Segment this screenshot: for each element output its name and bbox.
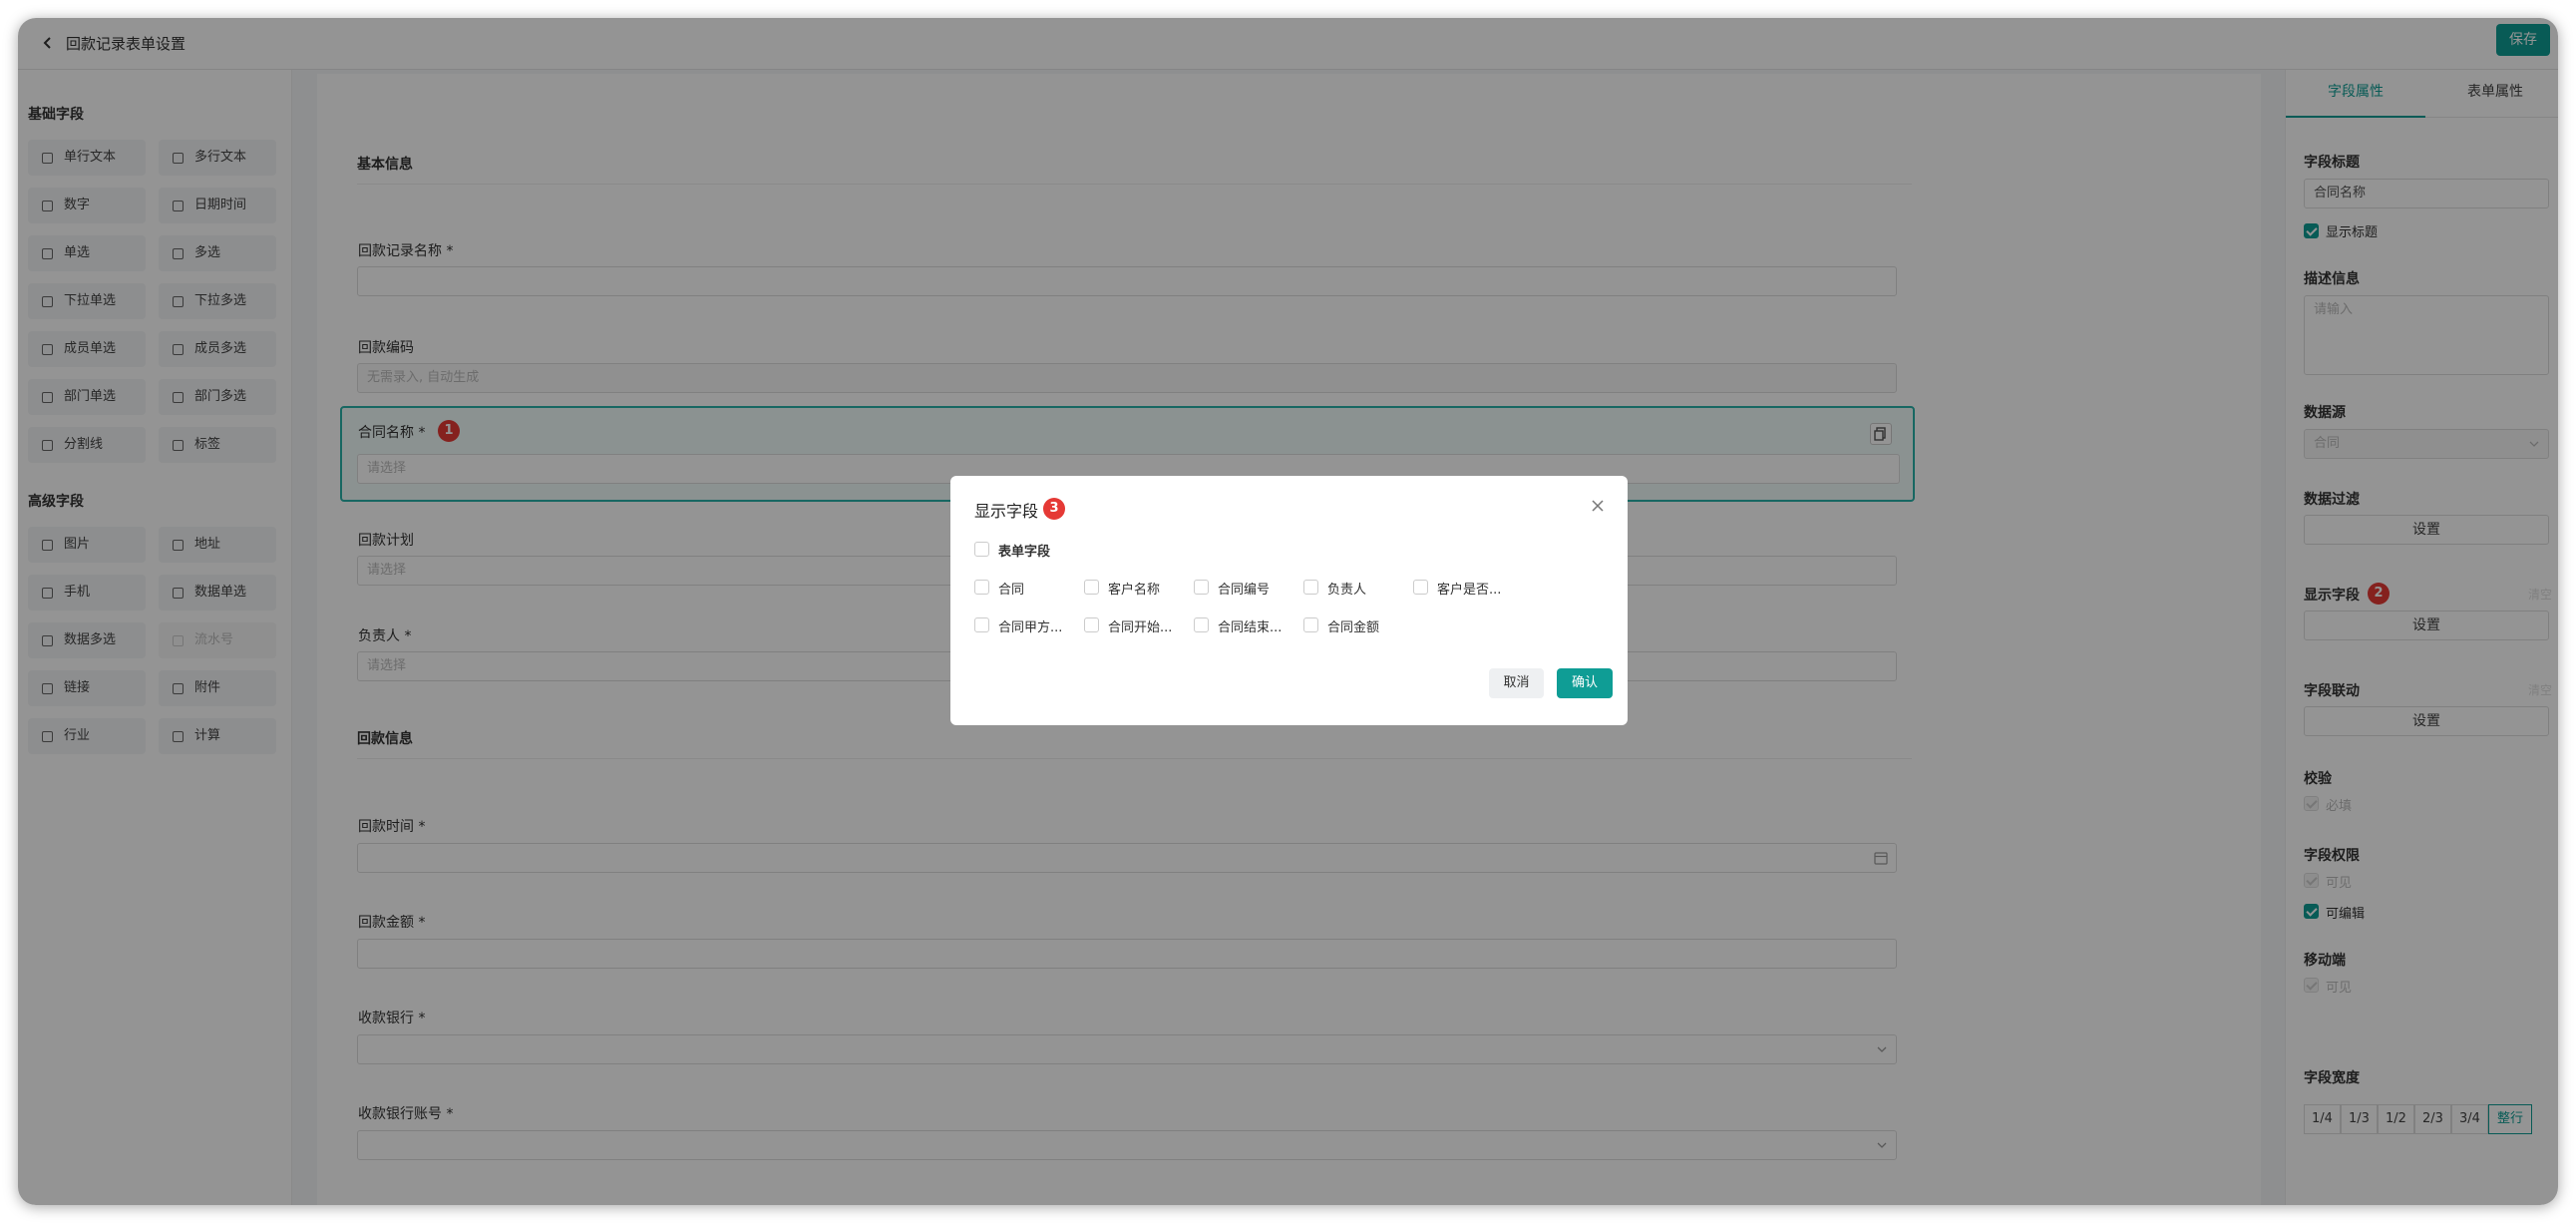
field-option-label: 合同 bbox=[998, 583, 1025, 598]
field-option-checkbox[interactable] bbox=[974, 617, 989, 632]
field-option-checkbox[interactable] bbox=[1084, 580, 1099, 595]
field-option-checkbox[interactable] bbox=[1303, 580, 1318, 595]
form-fields-label: 表单字段 bbox=[998, 545, 1051, 560]
field-option-checkbox[interactable] bbox=[1413, 580, 1428, 595]
field-option-checkbox[interactable] bbox=[1303, 617, 1318, 632]
field-option-label: 合同金额 bbox=[1327, 620, 1380, 635]
field-option-label: 合同编号 bbox=[1218, 583, 1271, 598]
field-option-checkbox[interactable] bbox=[1084, 617, 1099, 632]
cancel-button[interactable]: 取消 bbox=[1489, 668, 1544, 698]
field-option-label: 合同甲方... bbox=[998, 620, 1063, 635]
field-option-label: 客户名称 bbox=[1108, 583, 1161, 598]
field-option-label: 负责人 bbox=[1327, 583, 1367, 598]
field-option-label: 合同结束... bbox=[1218, 620, 1283, 635]
field-option-checkbox[interactable] bbox=[974, 580, 989, 595]
close-icon[interactable] bbox=[1590, 498, 1606, 514]
dialog-title: 显示字段 bbox=[974, 502, 1039, 521]
field-option-checkbox[interactable] bbox=[1194, 617, 1209, 632]
field-option-label: 合同开始... bbox=[1108, 620, 1173, 635]
display-fields-dialog: 显示字段 3 表单字段 合同 客户名称 合同编号 负责人 客户是否... 合同甲方... 合… bbox=[950, 476, 1628, 725]
app-window: 回款记录表单设置 保存 基础字段 单行文本 多行文本 数字 日期时间 单选 多选 下拉单选下… bbox=[18, 18, 2558, 1205]
field-option-label: 客户是否... bbox=[1437, 583, 1502, 598]
badge-3: 3 bbox=[1043, 498, 1065, 520]
form-fields-checkbox[interactable] bbox=[974, 542, 989, 557]
confirm-button[interactable]: 确认 bbox=[1557, 668, 1613, 698]
field-option-checkbox[interactable] bbox=[1194, 580, 1209, 595]
